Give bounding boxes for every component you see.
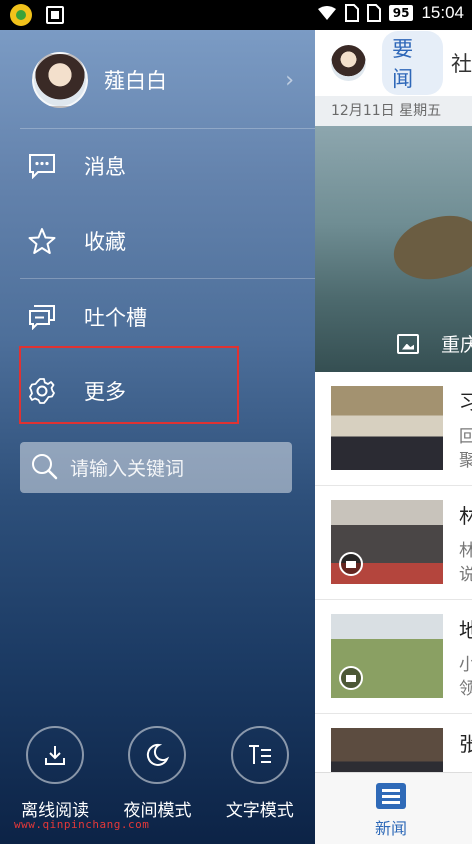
news-thumbnail xyxy=(331,386,443,470)
tab-society[interactable]: 社 xyxy=(451,48,472,78)
drawer-bottom-actions: 离线阅读 夜间模式 文字模式 xyxy=(0,726,315,821)
bottom-nav: 新闻 xyxy=(315,772,472,844)
hero-image xyxy=(386,207,472,289)
highlight-box xyxy=(19,346,239,424)
side-drawer: 薤白白 › 消息 收藏 吐个槽 更多 请输入关键词 离线阅读 夜间模式 文字模式… xyxy=(0,30,315,844)
menu-item-label: 收藏 xyxy=(84,230,126,254)
menu-item-feedback[interactable]: 吐个槽 xyxy=(20,287,290,347)
chevron-right-icon: › xyxy=(285,67,294,93)
news-main-panel: 要闻 社 12月11日 星期五 重庆 习 回 聚 林 林 说 地 小 领 张 新… xyxy=(315,30,472,844)
wifi-icon xyxy=(317,5,337,21)
action-label: 文字模式 xyxy=(225,801,294,821)
hero-caption-row: 重庆 xyxy=(397,330,472,357)
divider xyxy=(20,128,315,129)
news-summary: 林 xyxy=(459,541,472,561)
search-icon xyxy=(30,452,58,484)
profile-row[interactable]: 薤白白 › xyxy=(32,52,294,108)
tab-headlines[interactable]: 要闻 xyxy=(382,31,443,95)
news-title: 地 xyxy=(459,618,472,642)
download-icon xyxy=(26,726,85,784)
message-icon xyxy=(20,153,64,179)
watermark-text: www.qinpinchang.com xyxy=(14,818,150,831)
news-thumbnail xyxy=(331,500,443,584)
news-title: 习 xyxy=(459,390,472,414)
hero-news[interactable]: 重庆 xyxy=(315,126,472,372)
scan-icon xyxy=(46,6,64,24)
battery-icon: 95 xyxy=(388,5,414,21)
sim-card-icon xyxy=(344,4,359,22)
news-item[interactable]: 地 小 领 xyxy=(315,600,472,714)
text-mode-button[interactable]: 文字模式 xyxy=(210,726,310,821)
hero-caption: 重庆 xyxy=(441,334,472,356)
news-item[interactable]: 习 回 聚 xyxy=(315,372,472,486)
menu-item-messages[interactable]: 消息 xyxy=(20,136,290,196)
news-summary: 说 xyxy=(459,565,472,585)
divider xyxy=(20,278,315,279)
app-logo-icon xyxy=(10,4,32,26)
top-bar: 要闻 社 xyxy=(315,30,472,96)
offline-read-button[interactable]: 离线阅读 xyxy=(5,726,105,821)
avatar-icon[interactable] xyxy=(331,45,367,81)
status-time: 15:04 xyxy=(421,3,464,22)
news-summary: 聚 xyxy=(459,451,472,471)
gallery-icon xyxy=(397,333,419,354)
star-icon xyxy=(20,227,64,255)
feedback-icon xyxy=(20,304,64,330)
profile-name: 薤白白 xyxy=(104,69,167,93)
sim-card-icon xyxy=(366,4,381,22)
nav-label: 新闻 xyxy=(375,819,408,838)
video-icon xyxy=(339,552,363,576)
night-mode-button[interactable]: 夜间模式 xyxy=(107,726,207,821)
menu-item-label: 消息 xyxy=(84,155,126,179)
moon-icon xyxy=(128,726,187,784)
video-icon xyxy=(339,666,363,690)
menu-item-label: 吐个槽 xyxy=(84,306,147,330)
status-bar: 95 15:04 xyxy=(0,0,472,30)
avatar-icon[interactable] xyxy=(32,52,88,108)
news-title: 林 xyxy=(459,504,472,528)
nav-item-news[interactable]: 新闻 xyxy=(375,783,407,839)
search-placeholder: 请输入关键词 xyxy=(70,458,185,480)
menu-item-favorites[interactable]: 收藏 xyxy=(20,211,290,271)
news-summary: 领 xyxy=(459,679,472,699)
news-summary: 小 xyxy=(459,655,472,675)
news-thumbnail xyxy=(331,614,443,698)
news-summary: 回 xyxy=(459,427,472,447)
search-input[interactable]: 请输入关键词 xyxy=(20,442,292,493)
text-mode-icon xyxy=(230,726,289,784)
date-bar: 12月11日 星期五 xyxy=(315,96,472,126)
news-item[interactable]: 林 林 说 xyxy=(315,486,472,600)
news-icon xyxy=(376,783,406,809)
news-title: 张 xyxy=(459,732,472,756)
